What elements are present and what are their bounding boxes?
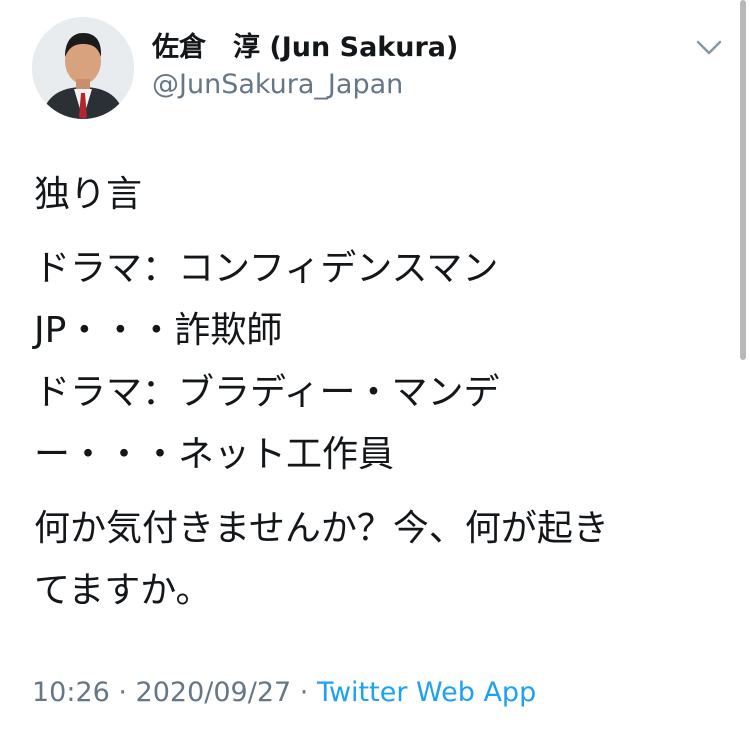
tweet-text: 独り言 ドラマ：コンフィデンスマン JP・・・詐欺師 ドラマ：ブラディー・マンデ… [34, 164, 724, 634]
tweet-paragraph: 何か気付きませんか？今、何が起き てますか。 [34, 498, 724, 622]
tweet-paragraph: ドラマ：コンフィデンスマン JP・・・詐欺師 ドラマ：ブラディー・マンデ ー・・… [34, 238, 724, 486]
tweet-line: ドラマ：コンフィデンスマン [34, 248, 499, 289]
tweet-meta: 10:26 · 2020/09/27 · Twitter Web App [32, 674, 536, 712]
tweet-timestamp[interactable]: 10:26 · 2020/09/27 · [32, 677, 317, 708]
avatar[interactable] [32, 17, 134, 119]
chevron-down-icon[interactable] [694, 36, 724, 58]
tweet-line: てますか。 [34, 570, 212, 611]
author-handle[interactable]: @JunSakura_Japan [152, 68, 403, 102]
author-display-name[interactable]: 佐倉 淳 (Jun Sakura) [152, 31, 458, 65]
avatar-image [32, 17, 134, 119]
tweet: 佐倉 淳 (Jun Sakura) @JunSakura_Japan 独り言 ド… [0, 0, 750, 729]
tweet-line: 独り言 [34, 174, 143, 215]
scrollbar[interactable] [740, 0, 746, 360]
tweet-line: 何か気付きませんか？今、何が起き [34, 508, 609, 549]
tweet-line: ドラマ：ブラディー・マンデ [34, 372, 500, 413]
tweet-paragraph: 独り言 [34, 164, 724, 226]
tweet-line: ー・・・ネット工作員 [34, 434, 395, 475]
tweet-line: JP・・・詐欺師 [34, 310, 283, 351]
tweet-source-link[interactable]: Twitter Web App [317, 677, 536, 708]
